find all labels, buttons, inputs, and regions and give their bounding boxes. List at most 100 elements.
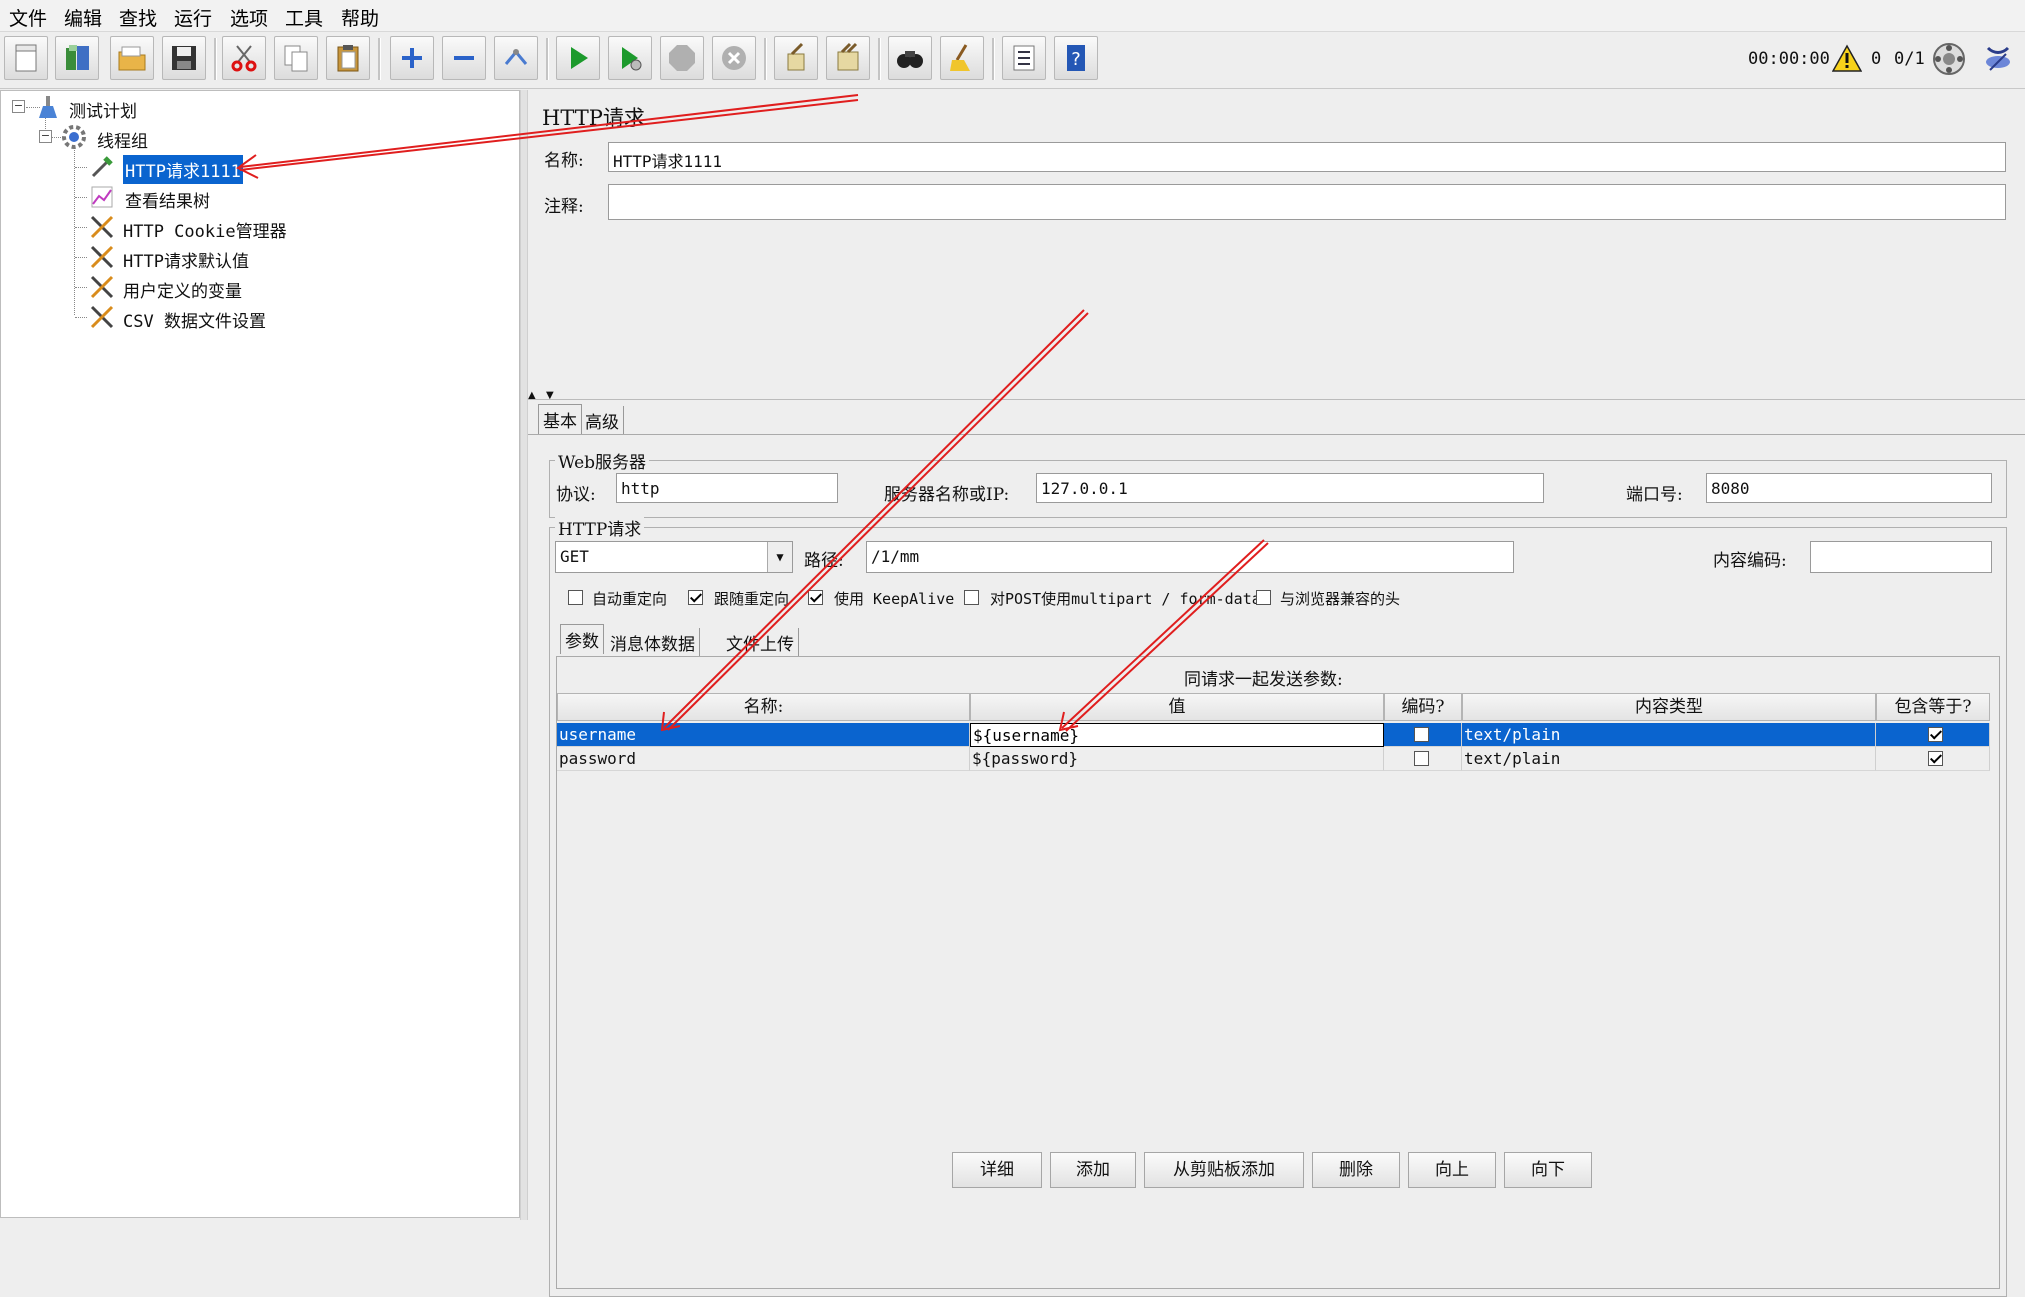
- column-header-value[interactable]: 值: [970, 693, 1384, 721]
- menu-help[interactable]: 帮助: [341, 4, 379, 31]
- tree-item-http-defaults[interactable]: HTTP请求默认值: [123, 247, 249, 272]
- new-icon: [15, 44, 37, 72]
- split-pane-divider[interactable]: [520, 90, 528, 1220]
- tab-basic[interactable]: 基本: [538, 404, 582, 434]
- reset-search-icon: [950, 44, 970, 71]
- cut-button[interactable]: [222, 36, 266, 80]
- comment-field[interactable]: [608, 184, 2006, 220]
- include-equals-checkbox[interactable]: [1928, 751, 1943, 766]
- paste-icon: [337, 45, 359, 72]
- param-name-cell[interactable]: password: [557, 747, 970, 771]
- param-content-type-cell[interactable]: text/plain: [1462, 723, 1876, 747]
- shutdown-button[interactable]: [712, 36, 756, 80]
- templates-button[interactable]: [55, 36, 99, 80]
- auto-redirect-checkbox[interactable]: [568, 590, 583, 605]
- new-button[interactable]: [4, 36, 48, 80]
- tab-file-upload[interactable]: 文件上传: [722, 628, 799, 657]
- menu-file[interactable]: 文件: [9, 4, 47, 31]
- cut-icon: [231, 45, 257, 72]
- warning-icon[interactable]: [1832, 44, 1862, 72]
- menu-tools[interactable]: 工具: [285, 4, 323, 31]
- stop-icon: [669, 45, 695, 71]
- tree-item-cookie-manager[interactable]: HTTP Cookie管理器: [123, 217, 287, 242]
- tree-item-test-plan[interactable]: 测试计划: [69, 97, 137, 122]
- name-field[interactable]: HTTP请求1111: [608, 142, 2006, 172]
- collapse-test-plan-toggle[interactable]: −: [12, 100, 25, 113]
- clear-button[interactable]: [774, 36, 818, 80]
- search-icon: [897, 51, 923, 68]
- tab-body-data[interactable]: 消息体数据: [606, 628, 700, 657]
- detail-button[interactable]: 详细: [952, 1152, 1042, 1188]
- path-field[interactable]: /1/mm: [866, 541, 1514, 573]
- chevron-down-icon[interactable]: ▼: [767, 542, 792, 572]
- tab-advanced[interactable]: 高级: [581, 406, 624, 435]
- tree-item-thread-group[interactable]: 线程组: [97, 127, 148, 152]
- tree-item-user-variables[interactable]: 用户定义的变量: [123, 277, 242, 302]
- encode-checkbox[interactable]: [1414, 751, 1429, 766]
- follow-redirect-checkbox[interactable]: [688, 590, 703, 605]
- toolbar: ? 00:00:00 0 0/1: [0, 32, 2025, 89]
- include-equals-checkbox[interactable]: [1928, 727, 1943, 742]
- protocol-field[interactable]: http: [616, 473, 838, 503]
- port-field[interactable]: 8080: [1706, 473, 1992, 503]
- param-include-equals-cell[interactable]: [1876, 723, 1990, 747]
- delete-button[interactable]: 删除: [1312, 1152, 1400, 1188]
- start-button[interactable]: [556, 36, 600, 80]
- param-name-cell[interactable]: username: [557, 723, 970, 747]
- tree-item-view-results-tree[interactable]: 查看结果树: [125, 187, 210, 212]
- copy-button[interactable]: [274, 36, 318, 80]
- toggle-button[interactable]: [494, 36, 538, 80]
- copy-icon: [284, 45, 308, 72]
- move-down-button[interactable]: 向下: [1504, 1152, 1592, 1188]
- menu-edit[interactable]: 编辑: [64, 4, 102, 31]
- param-include-equals-cell[interactable]: [1876, 747, 1990, 771]
- param-encode-cell[interactable]: [1384, 723, 1462, 747]
- collapse-button[interactable]: [442, 36, 486, 80]
- reset-search-button[interactable]: [940, 36, 984, 80]
- port-label: 端口号:: [1626, 485, 1683, 505]
- start-no-pause-button[interactable]: [608, 36, 652, 80]
- browser-headers-checkbox[interactable]: [1256, 590, 1271, 605]
- param-value-cell-editing[interactable]: ${username}: [970, 723, 1384, 747]
- menu-search[interactable]: 查找: [119, 4, 157, 31]
- log-viewer-icon[interactable]: [1980, 42, 2016, 76]
- save-button[interactable]: [162, 36, 206, 80]
- column-header-include-equals[interactable]: 包含等于?: [1876, 693, 1990, 721]
- content-encoding-field[interactable]: [1810, 541, 1992, 573]
- method-select[interactable]: GET ▼: [555, 541, 793, 573]
- path-label: 路径:: [804, 551, 844, 571]
- tree-item-http-request-selected[interactable]: HTTP请求1111: [123, 155, 243, 184]
- server-label: 服务器名称或IP:: [884, 485, 1010, 505]
- server-field[interactable]: 127.0.0.1: [1036, 473, 1544, 503]
- param-encode-cell[interactable]: [1384, 747, 1462, 771]
- menu-run[interactable]: 运行: [174, 4, 212, 31]
- search-button[interactable]: [888, 36, 932, 80]
- multipart-checkbox[interactable]: [964, 590, 979, 605]
- tab-parameters[interactable]: 参数: [560, 624, 604, 654]
- add-button[interactable]: 添加: [1050, 1152, 1136, 1188]
- paste-button[interactable]: [326, 36, 370, 80]
- encode-checkbox[interactable]: [1414, 727, 1429, 742]
- param-content-type-cell[interactable]: text/plain: [1462, 747, 1876, 771]
- test-plan-tree: − 测试计划 − 线程组 HTTP请求1111 查看结果树 HTTP Cooki…: [0, 90, 520, 1218]
- column-header-encode[interactable]: 编码?: [1384, 693, 1462, 721]
- clear-all-button[interactable]: [826, 36, 870, 80]
- tree-item-csv-data-set[interactable]: CSV 数据文件设置: [123, 307, 266, 332]
- add-from-clipboard-button[interactable]: 从剪贴板添加: [1144, 1152, 1304, 1188]
- flask-icon: [39, 96, 57, 118]
- method-value: GET: [560, 547, 589, 566]
- collapse-thread-group-toggle[interactable]: −: [39, 130, 52, 143]
- parameters-table: [558, 783, 1998, 863]
- collapse-icon: [454, 56, 474, 60]
- column-header-content-type[interactable]: 内容类型: [1462, 693, 1876, 721]
- menu-options[interactable]: 选项: [230, 4, 268, 31]
- open-button[interactable]: [110, 36, 154, 80]
- function-helper-button[interactable]: [1002, 36, 1046, 80]
- keepalive-checkbox[interactable]: [808, 590, 823, 605]
- help-button[interactable]: ?: [1054, 36, 1098, 80]
- param-value-cell[interactable]: ${password}: [970, 747, 1384, 771]
- move-up-button[interactable]: 向上: [1408, 1152, 1496, 1188]
- stop-button[interactable]: [660, 36, 704, 80]
- column-header-name[interactable]: 名称:: [557, 693, 970, 721]
- expand-button[interactable]: [390, 36, 434, 80]
